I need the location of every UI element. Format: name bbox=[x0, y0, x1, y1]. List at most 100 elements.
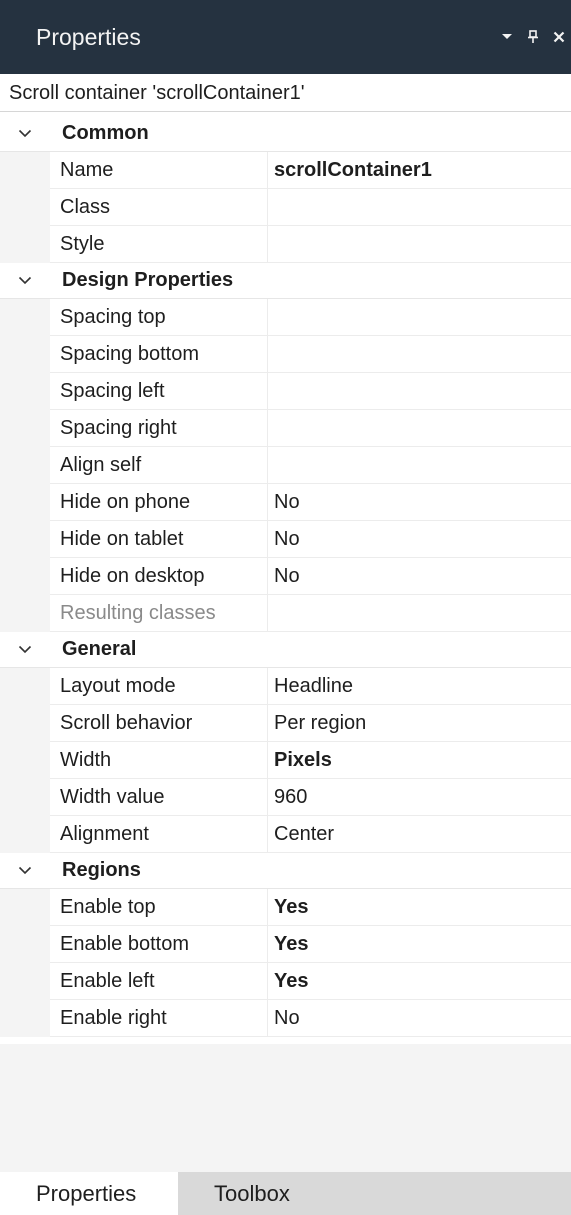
chevron-down-icon[interactable] bbox=[0, 129, 50, 138]
property-value[interactable]: Yes bbox=[268, 889, 571, 926]
property-row-width[interactable]: Width Pixels bbox=[0, 742, 571, 779]
property-name: Hide on desktop bbox=[50, 558, 268, 595]
group-header-general[interactable]: General bbox=[0, 632, 571, 668]
property-row-resulting-classes[interactable]: Resulting classes bbox=[0, 595, 571, 632]
row-gutter bbox=[0, 963, 50, 1000]
property-name: Spacing bottom bbox=[50, 336, 268, 373]
titlebar-controls bbox=[501, 0, 565, 74]
row-gutter bbox=[0, 152, 50, 189]
property-row-alignment[interactable]: Alignment Center bbox=[0, 816, 571, 853]
property-row-layout-mode[interactable]: Layout mode Headline bbox=[0, 668, 571, 705]
panel-titlebar[interactable]: Properties bbox=[0, 0, 571, 74]
property-name: Hide on tablet bbox=[50, 521, 268, 558]
property-row-hide-on-phone[interactable]: Hide on phone No bbox=[0, 484, 571, 521]
selection-label: Scroll container 'scrollContainer1' bbox=[0, 74, 571, 112]
group-name: Common bbox=[62, 122, 149, 144]
property-value[interactable]: No bbox=[268, 1000, 571, 1037]
property-row-enable-top[interactable]: Enable top Yes bbox=[0, 889, 571, 926]
property-name: Name bbox=[50, 152, 268, 189]
tab-properties[interactable]: Properties bbox=[0, 1172, 178, 1215]
properties-panel: Properties Scroll container 'scrollConta… bbox=[0, 0, 571, 1215]
row-gutter bbox=[0, 816, 50, 853]
property-name: Class bbox=[50, 189, 268, 226]
tab-toolbox[interactable]: Toolbox bbox=[178, 1172, 290, 1215]
property-value[interactable] bbox=[268, 373, 571, 410]
property-value[interactable] bbox=[268, 189, 571, 226]
property-name: Resulting classes bbox=[50, 595, 268, 632]
property-row-enable-left[interactable]: Enable left Yes bbox=[0, 963, 571, 1000]
row-gutter bbox=[0, 926, 50, 963]
property-value[interactable]: No bbox=[268, 484, 571, 521]
property-name: Align self bbox=[50, 447, 268, 484]
tab-strip: Properties Toolbox bbox=[0, 1172, 571, 1215]
row-gutter bbox=[0, 226, 50, 263]
group-header-regions[interactable]: Regions bbox=[0, 853, 571, 889]
row-gutter bbox=[0, 742, 50, 779]
property-value[interactable]: 960 bbox=[268, 779, 571, 816]
chevron-down-icon[interactable] bbox=[0, 866, 50, 875]
property-row-hide-on-desktop[interactable]: Hide on desktop No bbox=[0, 558, 571, 595]
row-gutter bbox=[0, 299, 50, 336]
property-value[interactable]: No bbox=[268, 521, 571, 558]
property-row-enable-right[interactable]: Enable right No bbox=[0, 1000, 571, 1037]
group-header-common[interactable]: Common bbox=[0, 116, 571, 152]
chevron-down-icon[interactable] bbox=[0, 645, 50, 654]
property-name: Enable top bbox=[50, 889, 268, 926]
property-row-width-value[interactable]: Width value 960 bbox=[0, 779, 571, 816]
property-grid: Common Name scrollContainer1 Class Style Desi… bbox=[0, 116, 571, 1037]
property-value[interactable] bbox=[268, 447, 571, 484]
property-name: Width bbox=[50, 742, 268, 779]
group-name: Design Properties bbox=[62, 269, 234, 291]
property-value bbox=[268, 595, 571, 632]
row-gutter bbox=[0, 558, 50, 595]
row-gutter bbox=[0, 1000, 50, 1037]
property-row-spacing-right[interactable]: Spacing right bbox=[0, 410, 571, 447]
property-row-align-self[interactable]: Align self bbox=[0, 447, 571, 484]
property-value[interactable]: Per region bbox=[268, 705, 571, 742]
property-value[interactable]: Headline bbox=[268, 668, 571, 705]
row-gutter bbox=[0, 189, 50, 226]
property-value[interactable] bbox=[268, 410, 571, 447]
property-name: Scroll behavior bbox=[50, 705, 268, 742]
dropdown-arrow-icon[interactable] bbox=[501, 33, 513, 41]
property-value[interactable]: Center bbox=[268, 816, 571, 853]
property-name: Enable right bbox=[50, 1000, 268, 1037]
panel-title: Properties bbox=[36, 23, 141, 50]
row-gutter bbox=[0, 447, 50, 484]
row-gutter bbox=[0, 336, 50, 373]
property-row-scroll-behavior[interactable]: Scroll behavior Per region bbox=[0, 705, 571, 742]
property-row-spacing-top[interactable]: Spacing top bbox=[0, 299, 571, 336]
property-row-style[interactable]: Style bbox=[0, 226, 571, 263]
property-row-name[interactable]: Name scrollContainer1 bbox=[0, 152, 571, 189]
pin-icon[interactable] bbox=[527, 30, 539, 44]
property-value[interactable] bbox=[268, 336, 571, 373]
group-name: General bbox=[62, 638, 137, 660]
row-gutter bbox=[0, 595, 50, 632]
property-row-class[interactable]: Class bbox=[0, 189, 571, 226]
property-row-spacing-left[interactable]: Spacing left bbox=[0, 373, 571, 410]
row-gutter bbox=[0, 668, 50, 705]
close-icon[interactable] bbox=[553, 31, 565, 43]
property-value[interactable]: scrollContainer1 bbox=[268, 152, 571, 189]
property-value[interactable] bbox=[268, 226, 571, 263]
property-value[interactable] bbox=[268, 299, 571, 336]
property-row-spacing-bottom[interactable]: Spacing bottom bbox=[0, 336, 571, 373]
group-header-design-properties[interactable]: Design Properties bbox=[0, 263, 571, 299]
row-gutter bbox=[0, 373, 50, 410]
property-value[interactable]: Pixels bbox=[268, 742, 571, 779]
chevron-down-icon[interactable] bbox=[0, 276, 50, 285]
property-value[interactable]: No bbox=[268, 558, 571, 595]
property-row-enable-bottom[interactable]: Enable bottom Yes bbox=[0, 926, 571, 963]
property-value[interactable]: Yes bbox=[268, 926, 571, 963]
property-value[interactable]: Yes bbox=[268, 963, 571, 1000]
property-name: Width value bbox=[50, 779, 268, 816]
property-name: Style bbox=[50, 226, 268, 263]
property-name: Spacing right bbox=[50, 410, 268, 447]
property-name: Layout mode bbox=[50, 668, 268, 705]
property-name: Alignment bbox=[50, 816, 268, 853]
property-name: Hide on phone bbox=[50, 484, 268, 521]
row-gutter bbox=[0, 410, 50, 447]
property-name: Spacing top bbox=[50, 299, 268, 336]
property-name: Enable bottom bbox=[50, 926, 268, 963]
property-row-hide-on-tablet[interactable]: Hide on tablet No bbox=[0, 521, 571, 558]
